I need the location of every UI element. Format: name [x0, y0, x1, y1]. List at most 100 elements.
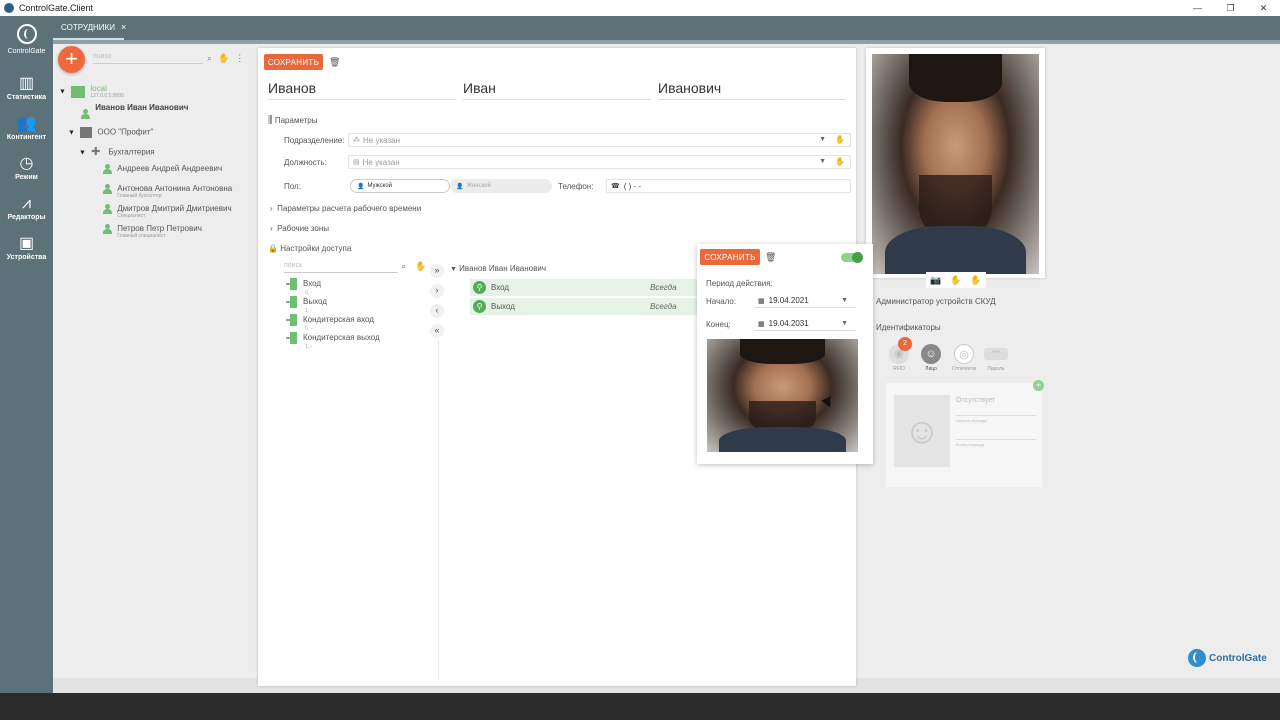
door-icon	[286, 332, 298, 344]
org-icon: ⁂	[353, 137, 360, 144]
access-section[interactable]: 🔒 Настройки доступа	[268, 244, 351, 253]
start-date-input[interactable]: ▦ 19.04.2021 ▼	[754, 294, 856, 308]
access-point-item[interactable]: Кондитерская выход 1, -	[286, 332, 380, 350]
end-date-value: 19.04.2031	[768, 319, 809, 328]
id-face[interactable]: ☺ Лицо	[919, 344, 943, 372]
end-date-input[interactable]: ▦ 19.04.2031 ▼	[754, 317, 856, 331]
tree-dept[interactable]: ▼ ✚ Бухгалтерия	[79, 147, 155, 158]
assigned-user[interactable]: ▼ Иванов Иван Иванович	[450, 264, 546, 273]
close-icon[interactable]: ✕	[1247, 0, 1280, 16]
nav-statistics[interactable]: ▥ Статистика	[0, 74, 53, 101]
position-select[interactable]: ▤ Не указан ▼ ✋	[348, 155, 851, 169]
minimize-icon[interactable]: —	[1181, 0, 1214, 16]
move-all-right-icon[interactable]: »	[430, 264, 444, 278]
tree-search-input[interactable]: поиск	[93, 53, 203, 64]
photo-hair	[740, 339, 825, 364]
last-name-field[interactable]: Иванов	[268, 80, 456, 100]
walk-icon: ⚲	[473, 300, 486, 313]
id-password[interactable]: *** Пароль	[984, 344, 1008, 372]
params-section[interactable]: ⫼ Параметры	[268, 115, 318, 126]
tree-person[interactable]: Андреев Андрей Андреевич	[103, 164, 222, 174]
access-search-input[interactable]: поиск	[284, 262, 398, 273]
hand-icon[interactable]: ✋	[950, 275, 961, 286]
tree-org[interactable]: ▼ ООО "Профит"	[68, 127, 153, 138]
chevron-down-icon[interactable]: ▼	[819, 136, 826, 143]
hand-icon[interactable]: ✋	[415, 261, 426, 272]
move-left-icon[interactable]: ‹	[430, 304, 444, 318]
save-button[interactable]: СОХРАНИТЬ	[264, 54, 323, 70]
nav-contingent[interactable]: 👥 Контингент	[0, 114, 53, 141]
tree-person[interactable]: Петров Петр Петрович Главный специалист	[103, 224, 202, 239]
identifiers-section[interactable]: Идентификаторы	[876, 323, 941, 332]
access-point-item[interactable]: Кондитерская вход 0, -	[286, 314, 374, 332]
tree-current-person[interactable]: Иванов Иван Иванович	[81, 103, 188, 119]
zones-section[interactable]: › Рабочие зоны	[270, 224, 329, 233]
camera-icon[interactable]: 📷	[930, 275, 941, 286]
maximize-icon[interactable]: ❐	[1214, 0, 1247, 16]
move-all-left-icon[interactable]: «	[430, 324, 444, 338]
tab-close-icon[interactable]: ×	[121, 22, 126, 32]
nav-devices[interactable]: ▣ Устройства	[0, 234, 53, 261]
tree-person[interactable]: Антонова Антонина Антоновна Главный бухга…	[103, 184, 232, 199]
hand-icon[interactable]: ✋	[835, 157, 845, 166]
nav-editors[interactable]: ⩘ Редакторы	[0, 194, 53, 221]
expand-icon[interactable]: ▼	[79, 150, 86, 157]
chevron-down-icon[interactable]: ▼	[819, 158, 826, 165]
hand-icon[interactable]: ✋	[218, 53, 235, 63]
assigned-access-item[interactable]: ⚲ Вход Всегда	[470, 279, 698, 296]
access-point-item[interactable]: Вход 0, -	[286, 278, 321, 296]
nav-mode[interactable]: ◷ Режим	[0, 154, 53, 181]
nav-label: Редакторы	[7, 214, 46, 221]
add-button[interactable]: +	[58, 46, 85, 73]
phone-input[interactable]: ☎( ) - -	[606, 179, 851, 193]
trash-icon[interactable]: 🗑	[329, 57, 340, 68]
gender-female-option[interactable]: 👤 Женский	[450, 179, 552, 193]
move-right-icon[interactable]: ›	[430, 284, 444, 298]
trash-icon[interactable]: 🗑	[765, 252, 776, 263]
search-icon[interactable]: ⌕	[401, 261, 406, 272]
admin-checkbox[interactable]: Администратор устройств СКУД	[876, 297, 996, 306]
assigned-mode: Всегда	[650, 302, 677, 311]
section-label: Рабочие зоны	[277, 224, 330, 233]
add-identifier-icon[interactable]: +	[1033, 380, 1044, 391]
worktime-section[interactable]: › Параметры расчета рабочего времени	[270, 204, 421, 213]
first-name-field[interactable]: Иван	[463, 80, 651, 100]
rfid-count-badge: 2	[898, 337, 912, 351]
photo-tools: 📷 ✋ ✋	[926, 272, 986, 288]
fingerprint-icon: ◎	[954, 344, 974, 364]
gender-male-option[interactable]: 👤 Мужской	[350, 179, 450, 193]
face-end-line: Конец периода	[956, 439, 1036, 447]
access-point-name: Кондитерская выход	[303, 333, 380, 343]
chevron-down-icon[interactable]: ▼	[841, 297, 848, 304]
tab-employees[interactable]: СОТРУДНИКИ ×	[53, 16, 126, 40]
section-label: Параметры расчета рабочего времени	[277, 204, 422, 213]
popup-save-button[interactable]: СОХРАНИТЬ	[700, 249, 760, 265]
division-select[interactable]: ⁂ Не указан ▼ ✋	[348, 133, 851, 147]
puzzle-icon: ✚	[91, 146, 101, 158]
hand-icon[interactable]: ✋	[835, 135, 845, 144]
expand-icon[interactable]: ▼	[450, 266, 457, 273]
id-fingerprint[interactable]: ◎ Отпечаток	[952, 344, 976, 372]
brand-logo: ControlGate	[1188, 649, 1267, 667]
expand-icon[interactable]: ▼	[68, 130, 75, 137]
phone-value: ( ) - -	[623, 181, 642, 191]
active-toggle[interactable]	[841, 252, 863, 263]
tree-person[interactable]: Дмитров Дмитрий Дмитриевич Специалист	[103, 204, 232, 219]
photo-card	[866, 48, 1045, 278]
phone-label: Телефон:	[558, 182, 594, 191]
middle-name-field[interactable]: Иванович	[658, 80, 846, 100]
person-icon	[103, 184, 112, 194]
chevron-down-icon[interactable]: ▼	[841, 320, 848, 327]
option-label: Мужской	[367, 183, 393, 189]
access-point-item[interactable]: Выход 1, -	[286, 296, 327, 314]
search-icon[interactable]: ⌕	[207, 53, 218, 63]
expand-icon[interactable]: ▼	[59, 89, 66, 96]
window-titlebar: ControlGate.Client — ❐ ✕	[0, 0, 1280, 16]
section-label: Идентификаторы	[876, 323, 941, 332]
tree-root[interactable]: ▼ local 127.0.0.1:9999	[59, 84, 124, 99]
hand-icon[interactable]: ✋	[970, 275, 981, 286]
more-icon[interactable]: ⋮	[235, 53, 250, 63]
assigned-access-item[interactable]: ⚲ Выход Всегда	[470, 298, 698, 315]
access-point-name: Выход	[303, 297, 327, 307]
photo-hair	[908, 54, 1003, 103]
